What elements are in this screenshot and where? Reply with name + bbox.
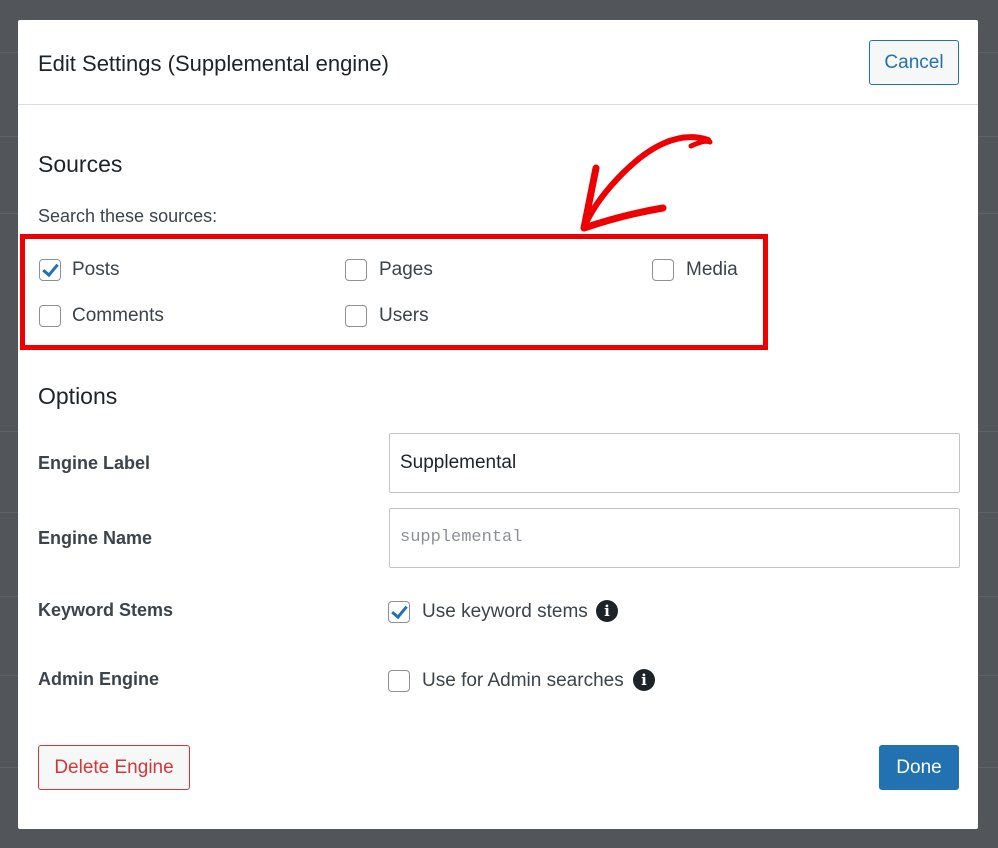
keyword-stems-label: Keyword Stems: [38, 600, 174, 620]
admin-engine-checkbox-label: Use for Admin searches: [422, 670, 624, 691]
sources-heading: Sources: [38, 151, 123, 177]
highlight-box: [20, 234, 768, 350]
edit-settings-modal: Edit Settings (Supplemental engine) Canc…: [18, 20, 978, 829]
delete-engine-button[interactable]: Delete Engine: [38, 745, 190, 790]
modal-title: Edit Settings (Supplemental engine): [38, 51, 389, 76]
keyword-stems-checkbox[interactable]: [388, 601, 410, 623]
cancel-button[interactable]: Cancel: [869, 40, 959, 85]
options-heading: Options: [38, 383, 118, 409]
keyword-stems-checkbox-label: Use keyword stems: [422, 601, 588, 622]
engine-label-input[interactable]: Supplemental: [389, 433, 960, 493]
sources-subtitle: Search these sources:: [38, 206, 218, 226]
info-icon[interactable]: i: [596, 600, 618, 622]
engine-name-label: Engine Name: [38, 528, 153, 548]
done-button[interactable]: Done: [879, 745, 959, 790]
admin-engine-label: Admin Engine: [38, 669, 159, 689]
modal-header: Edit Settings (Supplemental engine) Canc…: [18, 20, 978, 105]
engine-name-input[interactable]: supplemental: [389, 508, 960, 568]
admin-engine-checkbox[interactable]: [388, 670, 410, 692]
red-arrow-icon: [580, 134, 713, 232]
info-icon[interactable]: i: [633, 669, 655, 691]
engine-label-label: Engine Label: [38, 453, 151, 473]
